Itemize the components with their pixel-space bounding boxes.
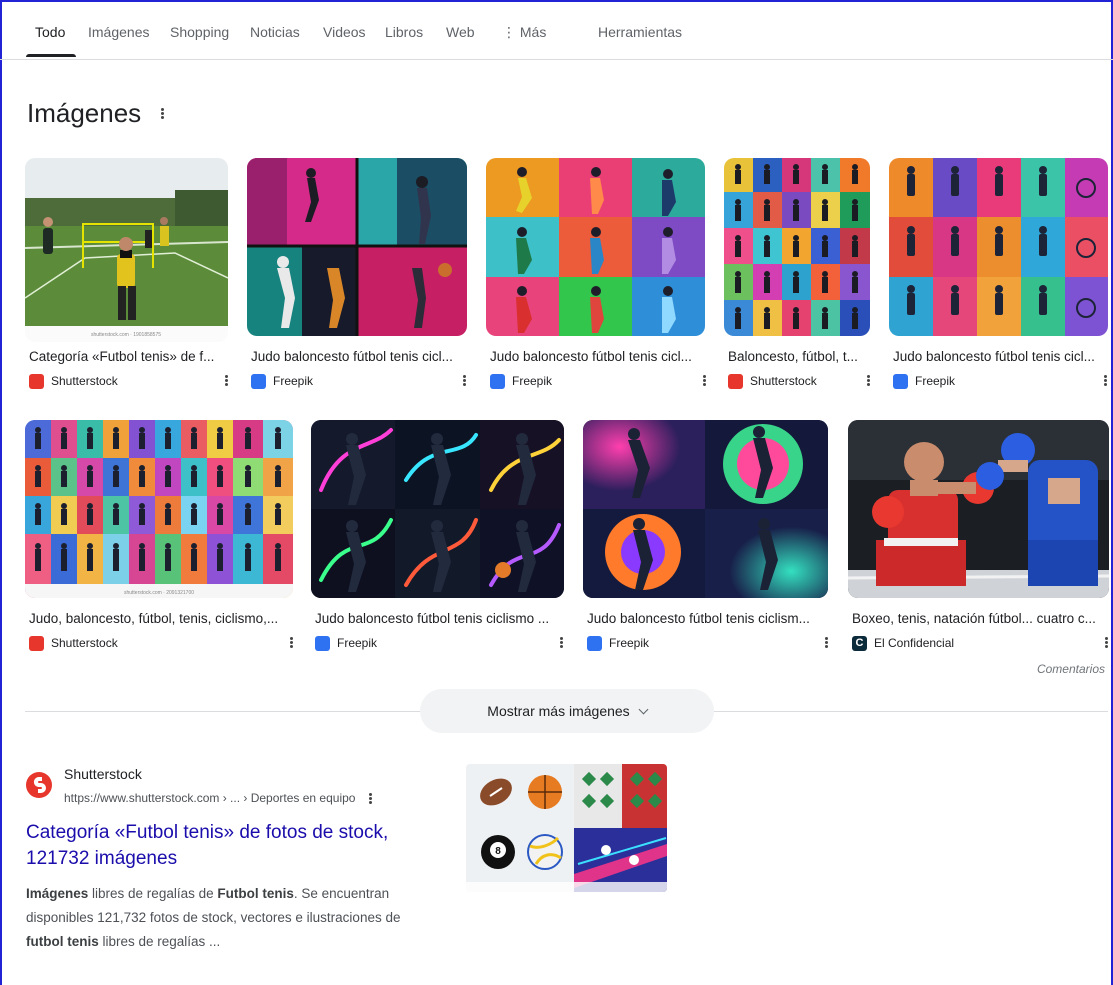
image-source[interactable]: Freepik [587,635,649,651]
watermark-caption: shutterstock.com · 2091321700 [124,590,194,596]
el-confidencial-logo-icon: C [852,635,867,651]
image-title[interactable]: Baloncesto, fútbol, t... [728,349,868,364]
image-source[interactable]: Shutterstock [728,373,817,389]
image-thumbnail[interactable] [724,158,870,336]
image-source[interactable]: Freepik [490,373,552,389]
tab-herramientas[interactable]: Herramientas [598,24,682,40]
result-url[interactable]: https://www.shutterstock.com › ... › Dep… [64,791,355,805]
more-options-icon[interactable] [1100,635,1112,653]
snippet-text: libres de regalías ... [98,934,221,949]
result-site-name[interactable]: Shutterstock [64,766,142,782]
source-name: El Confidencial [874,636,955,650]
tab-todo[interactable]: Todo [35,24,65,40]
image-title[interactable]: Judo baloncesto fútbol tenis cicl... [893,349,1105,364]
freepik-logo-icon [251,373,266,389]
result-snippet: Imágenes libres de regalías de Futbol te… [26,882,426,954]
image-thumbnail[interactable] [486,158,705,336]
source-name: Freepik [273,374,314,388]
source-name: Shutterstock [750,374,817,388]
image-thumbnail[interactable] [247,158,467,336]
more-options-icon[interactable] [364,791,376,809]
image-source[interactable]: Shutterstock [29,635,118,651]
more-options-icon[interactable] [698,373,710,391]
snippet-text: libres de regalías de [88,886,218,901]
svg-text:8: 8 [495,846,501,857]
snippet-bold: Imágenes [26,886,89,901]
more-options-icon[interactable] [555,635,567,653]
more-options-icon[interactable] [156,106,170,126]
image-source[interactable]: Shutterstock [29,373,118,389]
shutterstock-logo-icon [728,373,743,389]
image-source[interactable]: C El Confidencial [852,635,954,651]
image-thumbnail[interactable] [583,420,828,598]
shutterstock-favicon-icon[interactable] [26,772,52,798]
source-name: Freepik [337,636,378,650]
shutterstock-logo-icon [29,373,44,389]
tab-mas[interactable]: ⋮ Más [502,24,546,41]
image-source[interactable]: Freepik [315,635,377,651]
images-heading: Imágenes [27,98,142,128]
image-title[interactable]: Boxeo, tenis, natación fútbol... cuatro … [852,611,1108,626]
image-source[interactable]: Freepik [251,373,313,389]
image-thumbnail[interactable]: shutterstock.com · 1901858575 [25,158,228,342]
more-options-icon[interactable] [820,635,832,653]
divider [25,711,420,712]
image-title[interactable]: Judo baloncesto fútbol tenis cicl... [251,349,463,364]
more-options-icon[interactable] [862,373,874,391]
feedback-link[interactable]: Comentarios [1037,662,1105,676]
freepik-logo-icon [893,373,908,389]
freepik-logo-icon [315,635,330,651]
search-tabs: Todo Imágenes Shopping Noticias Videos L… [0,0,1113,60]
divider [714,711,1108,712]
watermark-caption: shutterstock.com · 1901858575 [91,332,161,338]
freepik-logo-icon [587,635,602,651]
show-more-images-button[interactable]: Mostrar más imágenes [420,689,714,733]
more-options-icon[interactable] [285,635,297,653]
image-source[interactable]: Freepik [893,373,955,389]
image-thumbnail[interactable] [311,420,564,598]
tab-web[interactable]: Web [446,24,475,40]
freepik-logo-icon [490,373,505,389]
image-title[interactable]: Judo baloncesto fútbol tenis cicl... [490,349,698,364]
tab-noticias[interactable]: Noticias [250,24,300,40]
image-thumbnail[interactable]: shutterstock.com · 2091321700 [25,420,293,598]
source-name: Freepik [609,636,650,650]
more-options-icon[interactable] [1099,373,1111,391]
image-title[interactable]: Judo baloncesto fútbol tenis ciclism... [587,611,825,626]
result-title-link[interactable]: Categoría «Futbol tenis» de fotos de sto… [26,820,446,872]
source-name: Freepik [512,374,553,388]
source-name: Shutterstock [51,636,118,650]
source-name: Freepik [915,374,956,388]
more-options-icon[interactable] [220,373,232,391]
chevron-down-icon [638,704,649,714]
snippet-bold: futbol tenis [26,934,99,949]
result-thumbnail[interactable]: 8 [466,764,667,892]
shutterstock-logo-icon [29,635,44,651]
active-tab-indicator [26,54,76,57]
tab-shopping[interactable]: Shopping [170,24,229,40]
more-options-icon[interactable] [458,373,470,391]
show-more-label: Mostrar más imágenes [487,703,630,719]
image-title[interactable]: Judo baloncesto fútbol tenis ciclismo ..… [315,611,561,626]
image-title[interactable]: Judo, baloncesto, fútbol, tenis, ciclism… [29,611,291,626]
source-name: Shutterstock [51,374,118,388]
image-title[interactable]: Categoría «Futbol tenis» de f... [29,349,225,364]
snippet-bold: Futbol tenis [217,886,294,901]
image-thumbnail[interactable] [848,420,1109,598]
image-thumbnail[interactable] [889,158,1108,336]
tab-videos[interactable]: Videos [323,24,366,40]
tab-libros[interactable]: Libros [385,24,423,40]
tab-imagenes[interactable]: Imágenes [88,24,149,40]
